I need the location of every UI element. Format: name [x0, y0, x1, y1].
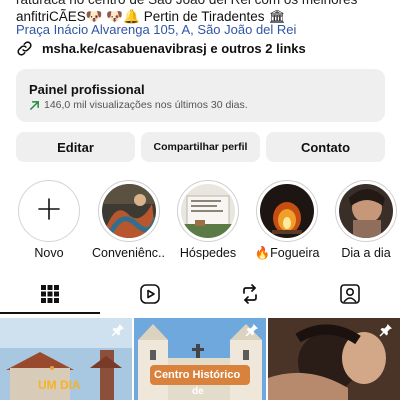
reels-icon [139, 283, 161, 310]
plus-icon [37, 197, 61, 226]
tab-reels[interactable] [100, 281, 200, 311]
profile-link-text[interactable]: msha.ke/casabuenavibrasj e outros 2 link… [42, 41, 306, 56]
highlight-cover-image [181, 184, 235, 238]
grid-icon [40, 284, 60, 309]
highlight-cover-image [102, 184, 156, 238]
pin-icon [111, 323, 125, 342]
post-tile[interactable]: UM DIA [0, 318, 132, 400]
professional-dashboard-card[interactable]: Painel profissional 146,0 mil visualizaç… [16, 69, 385, 122]
contact-button[interactable]: Contato [266, 132, 385, 162]
link-icon [16, 40, 33, 57]
highlight-cover-image [260, 184, 314, 238]
post-tile[interactable] [268, 318, 400, 400]
tab-reposts[interactable] [200, 281, 300, 311]
tagged-icon [339, 283, 361, 310]
trend-up-icon [29, 100, 40, 111]
highlight-conveniencia[interactable]: Conveniênc... [92, 180, 166, 260]
highlight-hospedes[interactable]: Hóspedes [171, 180, 245, 260]
repost-icon [239, 283, 261, 310]
tab-grid[interactable] [0, 281, 100, 311]
highlight-fogueira[interactable]: 🔥Fogueira [250, 180, 324, 261]
dashboard-title: Painel profissional [29, 82, 145, 97]
posts-grid: UM DIA Centro Histórico de [0, 318, 400, 400]
highlight-label: Hóspedes [179, 246, 237, 260]
highlight-label: Novo [34, 246, 64, 260]
dashboard-stats: 146,0 mil visualizações nos últimos 30 d… [29, 99, 372, 111]
profile-content-tabs [0, 281, 400, 314]
post-tile[interactable]: Centro Histórico de [134, 318, 266, 400]
address-link[interactable]: Praça Inácio Alvarenga 105, A, São João … [16, 21, 296, 39]
share-profile-button[interactable]: Compartilhar perfil [141, 132, 260, 162]
highlight-dia-a-dia[interactable]: Dia a dia [329, 180, 400, 260]
highlight-label: 🔥Fogueira [254, 246, 320, 260]
profile-links[interactable]: msha.ke/casabuenavibrasj e outros 2 link… [16, 40, 306, 57]
profile-action-buttons: Editar Compartilhar perfil Contato [16, 132, 385, 162]
new-highlight-circle[interactable] [18, 180, 80, 242]
edit-profile-button[interactable]: Editar [16, 132, 135, 162]
highlight-label: Dia a dia [341, 246, 391, 260]
post-caption-line-2: de [192, 386, 204, 397]
active-tab-indicator [0, 312, 100, 314]
dashboard-stats-text: 146,0 mil visualizações nos últimos 30 d… [44, 99, 248, 111]
pin-icon [379, 323, 393, 342]
pin-icon [245, 323, 259, 342]
highlight-label: Conveniênc... [92, 246, 166, 260]
highlight-cover-image [339, 184, 393, 238]
tab-tagged[interactable] [300, 281, 400, 311]
post-caption: Centro Histórico [154, 369, 241, 381]
story-highlights: Novo Conveniênc... Hóspedes 🔥Fogueira Di… [0, 180, 400, 260]
highlight-new[interactable]: Novo [12, 180, 86, 260]
post-caption: UM DIA [38, 378, 81, 392]
